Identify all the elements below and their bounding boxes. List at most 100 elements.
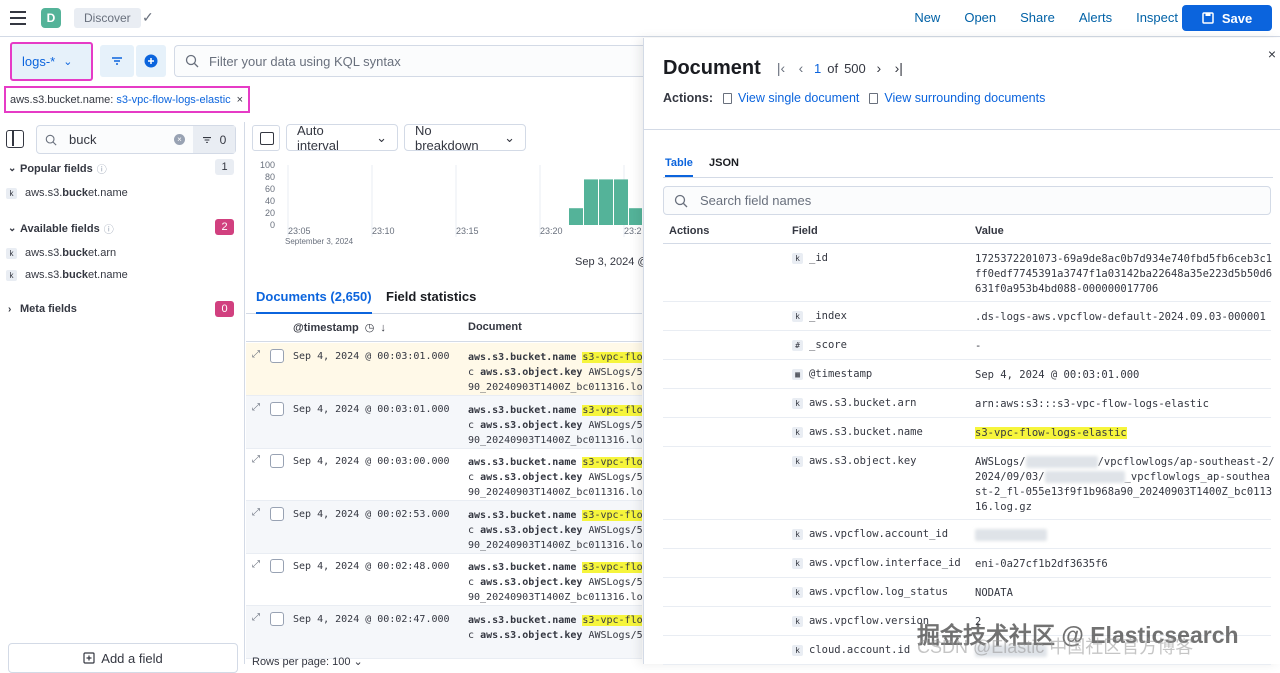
clear-icon[interactable]: × — [174, 134, 185, 145]
chevron-down-icon: ⌄ — [63, 56, 73, 68]
doc-highlight-value: s3-vpc-flow — [582, 404, 642, 416]
pager-total[interactable]: 500 — [844, 61, 866, 76]
field-row[interactable]: k _index .ds-logs-aws.vpcflow-default-2024… — [663, 302, 1271, 331]
table-row[interactable]: ⤢ Sep 4, 2024 @ 00:02:48.000 aws.s3.bucket… — [246, 553, 642, 606]
doc-key: aws.s3.bucket.name — [468, 352, 577, 363]
row-checkbox[interactable] — [270, 506, 284, 521]
breakdown-select[interactable]: No breakdown ⌄ — [404, 123, 526, 153]
expand-icon[interactable]: ⤢ — [252, 349, 260, 360]
row-timestamp: Sep 4, 2024 @ 00:02:47.000 — [293, 613, 450, 625]
x-tick-label: 23:15 — [456, 226, 479, 236]
flyout-actions: Actions: View single document View surro… — [663, 91, 1055, 105]
close-icon[interactable]: × — [237, 94, 243, 106]
tab-table[interactable]: Table — [665, 157, 693, 177]
first-page-icon[interactable]: |‹ — [774, 60, 788, 76]
sort-down-icon[interactable]: ↓ — [380, 322, 386, 334]
field-row[interactable]: k aws.vpcflow.interface_id eni-0a27cf1b2df… — [663, 549, 1271, 578]
sidebar-toggle-icon[interactable] — [6, 130, 24, 148]
field-name: cloud.account.id — [809, 644, 911, 656]
row-checkbox[interactable] — [270, 454, 284, 468]
histogram-bar[interactable] — [569, 208, 583, 225]
field-row[interactable]: k _id 1725372201073-69a9de8ac0b7d934e740fb… — [663, 244, 1272, 302]
field-value: .ds-logs-aws.vpcflow-default-2024.09.03-… — [975, 310, 1275, 325]
field-row[interactable]: ▦ @timestamp Sep 4, 2024 @ 00:03:01.000 — [663, 360, 1271, 389]
field-row[interactable]: k aws.vpcflow.log_status NODATA — [663, 578, 1271, 607]
meta-fields-toggle[interactable]: › Meta fields — [8, 303, 77, 315]
table-row[interactable]: ⤢ Sep 4, 2024 @ 00:03:01.000 aws.s3.bucket… — [246, 343, 642, 396]
tab-field-statistics[interactable]: Field statistics — [386, 289, 476, 314]
interval-select[interactable]: Auto interval ⌄ — [286, 123, 398, 153]
document-column-header[interactable]: Document — [468, 321, 522, 333]
available-fields-toggle[interactable]: ⌄ Available fields ⓘ — [8, 221, 114, 237]
field-value-text: .ds-logs-aws.vpcflow-default-2024.09.03-… — [975, 311, 1266, 323]
filter-icon — [112, 57, 122, 65]
row-checkbox[interactable] — [270, 559, 284, 573]
field-name: aws.vpcflow.log_status — [809, 586, 949, 598]
row-checkbox[interactable] — [270, 349, 284, 363]
field-row[interactable]: k aws.vpcflow.account_id — [663, 520, 1271, 549]
field-name-cell: k aws.vpcflow.version — [792, 615, 929, 627]
prev-page-icon[interactable]: ‹ — [794, 60, 808, 76]
kql-search-input[interactable]: Filter your data using KQL syntax — [174, 45, 644, 77]
data-view-picker[interactable]: logs-* ⌄ — [10, 42, 93, 81]
field-item[interactable]: k aws.s3. buck et.name — [6, 269, 128, 281]
nav-new[interactable]: New — [914, 10, 940, 25]
field-search-input[interactable]: buck × 0 — [36, 125, 236, 154]
filter-menu-button[interactable] — [100, 45, 134, 77]
nav-share[interactable]: Share — [1020, 10, 1055, 25]
view-single-document-link[interactable]: View single document — [723, 91, 859, 105]
field-names-search-input[interactable]: Search field names — [663, 186, 1271, 215]
expand-icon[interactable]: ⤢ — [252, 612, 260, 623]
field-row[interactable]: k aws.s3.object.key AWSLogs//vpcflowlogs/a… — [663, 447, 1275, 520]
field-names-placeholder: Search field names — [700, 193, 812, 208]
calendar-icon[interactable] — [252, 125, 280, 151]
nav-inspect[interactable]: Inspect — [1136, 10, 1178, 25]
field-row[interactable]: # _score - — [663, 331, 1271, 360]
expand-icon[interactable]: ⤢ — [252, 507, 260, 518]
field-item[interactable]: k aws.s3. buck et.arn — [6, 247, 116, 259]
field-item[interactable]: k aws.s3. buck et.name — [6, 187, 128, 199]
add-filter-button[interactable] — [136, 45, 166, 77]
popular-fields-toggle[interactable]: ⌄ Popular fields ⓘ — [8, 161, 107, 177]
expand-icon[interactable]: ⤢ — [252, 402, 260, 413]
view-surrounding-documents-link[interactable]: View surrounding documents — [869, 91, 1045, 105]
histogram-bar[interactable] — [584, 179, 598, 225]
doc-line: c aws.s3.object.key AWSLogs/5 — [468, 365, 642, 380]
table-row[interactable]: ⤢ Sep 4, 2024 @ 00:02:47.000 aws.s3.bucket… — [246, 605, 642, 659]
close-icon[interactable]: × — [1268, 46, 1276, 62]
expand-icon[interactable]: ⤢ — [252, 559, 260, 570]
add-field-button[interactable]: Add a field — [8, 643, 238, 673]
expand-icon[interactable]: ⤢ — [252, 454, 260, 465]
space-avatar[interactable]: D — [41, 8, 61, 28]
x-tick-label: 23:05 — [288, 226, 311, 236]
table-row[interactable]: ⤢ Sep 4, 2024 @ 00:03:00.000 aws.s3.bucket… — [246, 448, 642, 501]
breadcrumb-discover[interactable]: Discover — [74, 8, 141, 28]
row-checkbox[interactable] — [270, 611, 284, 626]
histogram-bar[interactable] — [629, 208, 642, 225]
filter-value: s3-vpc-flow-logs-elastic — [116, 93, 231, 106]
table-row[interactable]: ⤢ Sep 4, 2024 @ 00:02:53.000 aws.s3.bucket… — [246, 500, 642, 554]
nav-alerts[interactable]: Alerts — [1079, 10, 1112, 25]
row-checkbox[interactable] — [270, 401, 284, 416]
timestamp-column-header[interactable]: @timestamp ◷ ↓ — [293, 321, 386, 335]
field-row[interactable]: k aws.s3.bucket.arn arn:aws:s3:::s3-vpc-fl… — [663, 389, 1271, 418]
table-row[interactable]: ⤢ Sep 4, 2024 @ 00:03:01.000 aws.s3.bucket… — [246, 395, 642, 449]
histogram-bar[interactable] — [599, 179, 613, 225]
field-filter-button[interactable]: 0 — [193, 126, 235, 153]
doc-value: AWSLogs/5 — [588, 419, 642, 431]
field-row[interactable]: k aws.s3.bucket.name s3-vpc-flow-logs-elas… — [663, 418, 1271, 447]
filter-pill[interactable]: aws.s3.bucket.name: s3-vpc-flow-logs-ela… — [4, 86, 250, 113]
next-page-icon[interactable]: › — [872, 60, 886, 76]
last-page-icon[interactable]: ›| — [892, 60, 906, 76]
tab-json[interactable]: JSON — [709, 157, 739, 177]
histogram-bar[interactable] — [614, 179, 628, 225]
rows-per-page[interactable]: Rows per page: 100 ⌄ — [252, 655, 363, 668]
current-page[interactable]: 1 — [814, 61, 821, 76]
nav-open[interactable]: Open — [964, 10, 996, 25]
save-button[interactable]: Save — [1182, 5, 1272, 31]
menu-icon[interactable] — [10, 11, 26, 25]
tab-documents[interactable]: Documents (2,650) — [256, 289, 372, 314]
documents-tabs: Documents (2,650) Field statistics — [246, 284, 642, 314]
row-timestamp: Sep 4, 2024 @ 00:03:01.000 — [293, 403, 450, 415]
field-value: arn:aws:s3:::s3-vpc-flow-logs-elastic — [975, 397, 1275, 412]
